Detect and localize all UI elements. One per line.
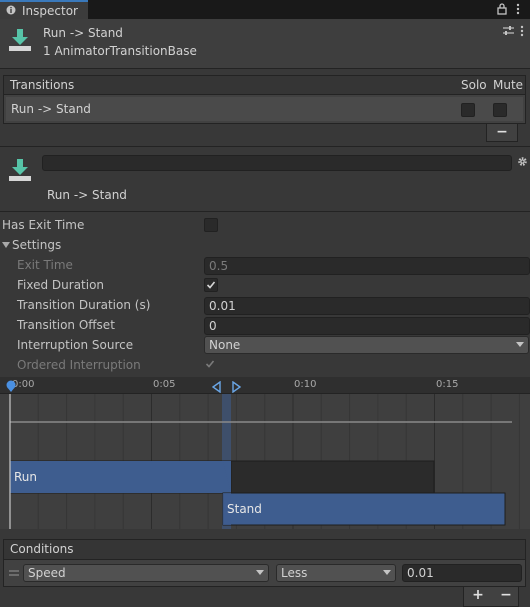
- tick-label: 0:15: [436, 379, 459, 390]
- has-exit-time-label: Has Exit Time: [2, 218, 85, 232]
- mute-label: Mute: [493, 78, 524, 92]
- transition-name: Run -> Stand: [47, 188, 127, 202]
- solo-label: Solo: [461, 78, 487, 92]
- chevron-down-icon: [256, 570, 264, 575]
- lock-icon[interactable]: [497, 3, 507, 15]
- remove-transition-button[interactable]: −: [486, 124, 518, 142]
- exit-time-field: 0.5: [204, 257, 530, 275]
- transitions-list-header: Transitions Solo Mute: [3, 75, 526, 94]
- drag-handle-icon[interactable]: [9, 570, 19, 576]
- tab-bar: Inspector: [0, 0, 530, 19]
- mute-checkbox[interactable]: [493, 103, 507, 117]
- interruption-source-value: None: [209, 338, 241, 352]
- clip-run-shape: [10, 461, 231, 493]
- timeline-graph: [0, 377, 530, 529]
- checkmark-icon: [205, 360, 215, 368]
- condition-operator-dropdown[interactable]: Less: [276, 564, 396, 582]
- solo-checkbox[interactable]: [461, 103, 475, 117]
- transition-duration-field[interactable]: 0.01: [204, 297, 530, 315]
- header-title: Run -> Stand: [43, 26, 123, 40]
- tab-inspector[interactable]: Inspector: [0, 0, 88, 19]
- divider: [0, 211, 530, 212]
- remove-transition-label: −: [496, 124, 508, 140]
- kebab-menu-icon[interactable]: [516, 3, 520, 15]
- transition-duration-label: Transition Duration (s): [17, 298, 151, 312]
- clip-run-label: Run: [14, 470, 38, 484]
- ordered-interruption-checkbox: [204, 358, 218, 372]
- conditions-label: Conditions: [10, 542, 74, 556]
- condition-parameter-dropdown[interactable]: Speed: [23, 564, 269, 582]
- transition-end-handle-icon[interactable]: [231, 381, 241, 393]
- tick-label: 0:05: [153, 379, 176, 390]
- settings-foldout-label[interactable]: Settings: [12, 238, 61, 252]
- conditions-header: Conditions: [3, 539, 526, 559]
- transition-icon: [9, 159, 31, 181]
- fixed-duration-checkbox[interactable]: [204, 278, 218, 292]
- transition-offset-label: Transition Offset: [17, 318, 115, 332]
- transition-row-label: Run -> Stand: [11, 102, 91, 116]
- transition-start-handle-icon[interactable]: [212, 381, 222, 393]
- checkmark-icon: [206, 281, 216, 289]
- transition-offset-field[interactable]: 0: [204, 317, 530, 335]
- clip-stand[interactable]: [222, 492, 506, 526]
- condition-parameter-value: Speed: [28, 566, 66, 580]
- conditions-footer: + −: [463, 587, 519, 607]
- clip-stand-label: Stand: [227, 502, 262, 516]
- exit-time-label: Exit Time: [17, 258, 73, 272]
- transition-row[interactable]: Run -> Stand: [6, 97, 523, 121]
- conditions-list: Speed Less 0.01: [3, 559, 526, 587]
- gear-icon[interactable]: [517, 156, 528, 167]
- add-condition-button[interactable]: +: [464, 587, 492, 603]
- transitions-list: Run -> Stand: [3, 94, 526, 124]
- header-subtitle: 1 AnimatorTransitionBase: [43, 44, 197, 58]
- header-menu-icon[interactable]: [520, 25, 524, 37]
- remove-condition-button[interactable]: −: [492, 587, 520, 603]
- info-icon: [6, 5, 16, 15]
- interruption-source-dropdown[interactable]: None: [204, 336, 529, 354]
- transitions-label: Transitions: [10, 78, 75, 92]
- sliders-icon[interactable]: [503, 25, 514, 36]
- condition-value-field[interactable]: 0.01: [402, 564, 522, 582]
- condition-operator-value: Less: [281, 566, 308, 580]
- transition-icon: [9, 29, 31, 51]
- foldout-arrow-icon[interactable]: [2, 242, 10, 249]
- ordered-interruption-label: Ordered Interruption: [17, 358, 141, 372]
- tab-label: Inspector: [22, 4, 78, 18]
- interruption-source-label: Interruption Source: [17, 338, 134, 352]
- has-exit-time-checkbox[interactable]: [204, 218, 218, 232]
- transition-timeline[interactable]: 0:00 0:05 0:10 0:15 Run Stand: [0, 377, 530, 529]
- fixed-duration-label: Fixed Duration: [17, 278, 105, 292]
- playhead-marker-icon[interactable]: [5, 380, 17, 392]
- divider: [0, 146, 530, 147]
- tick-label: 0:10: [294, 379, 317, 390]
- transition-name-field[interactable]: [42, 155, 512, 171]
- chevron-down-icon: [516, 342, 524, 347]
- chevron-down-icon: [383, 570, 391, 575]
- inspector-header: Run -> Stand 1 AnimatorTransitionBase: [0, 19, 530, 69]
